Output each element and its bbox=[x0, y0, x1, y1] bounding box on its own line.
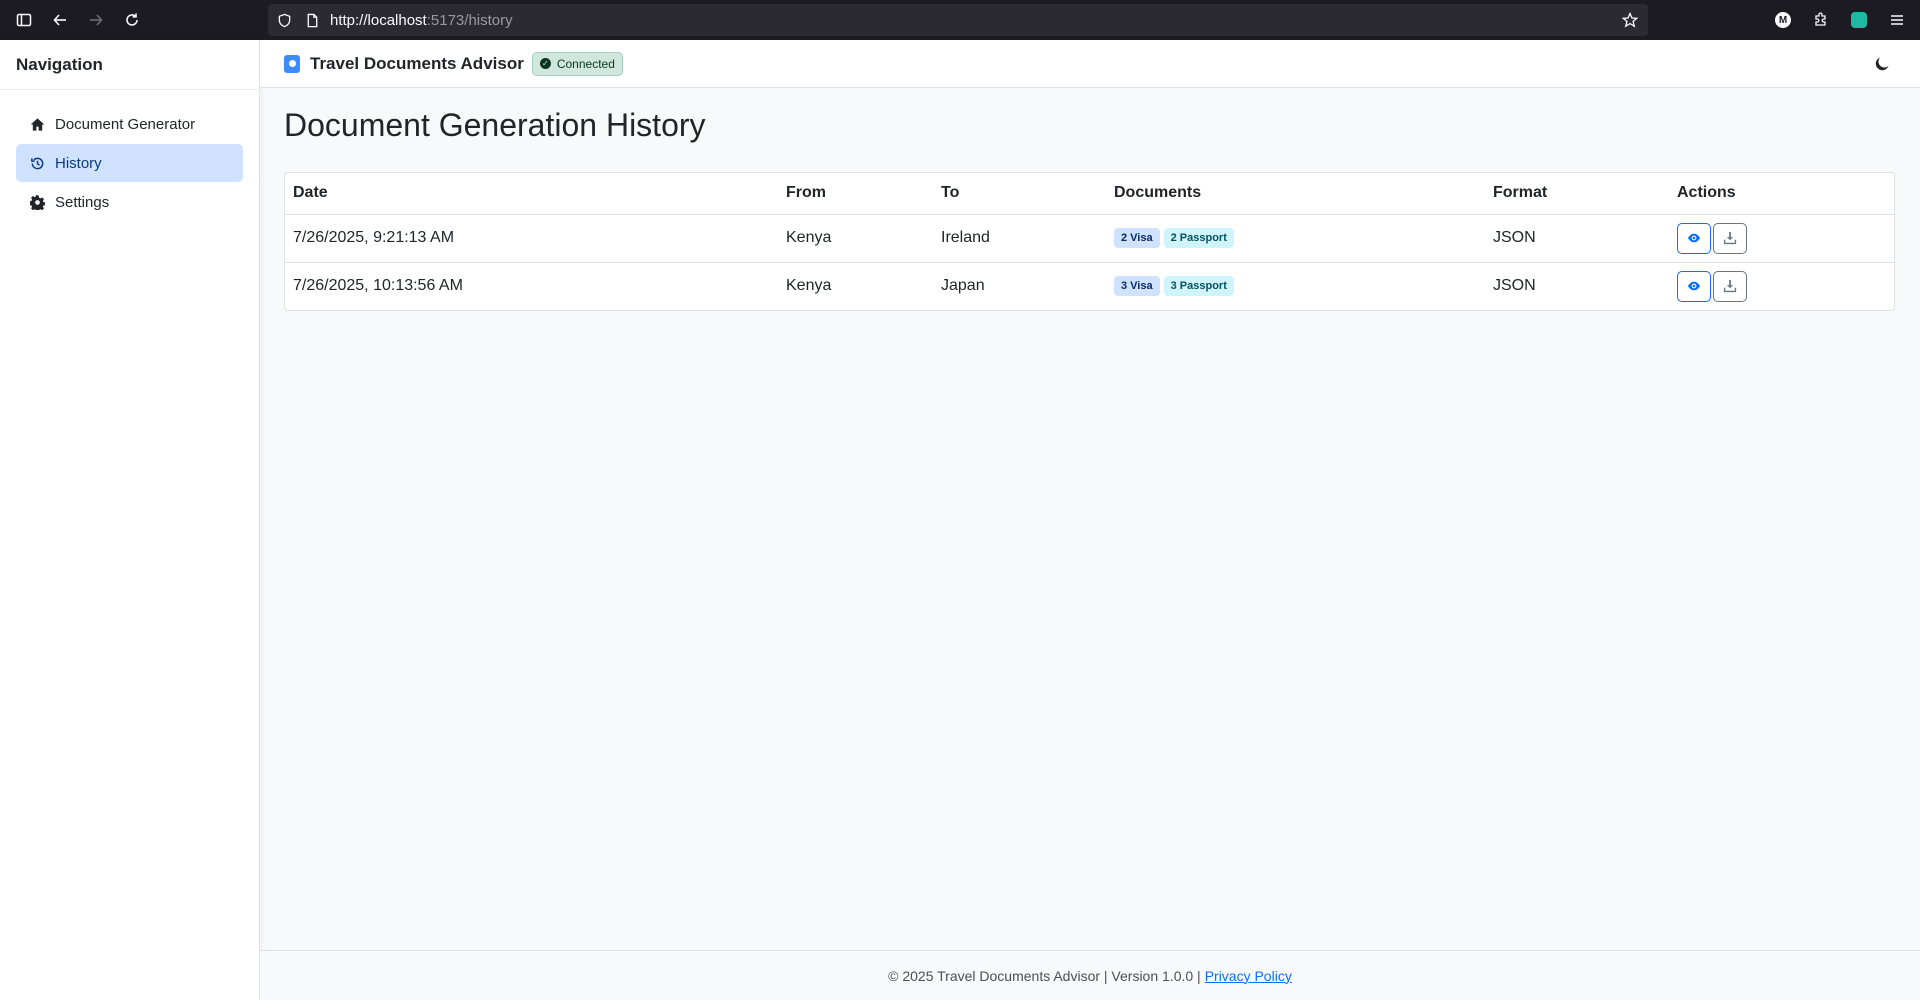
sidebar-item-label: Document Generator bbox=[55, 115, 196, 133]
sidebar-title: Navigation bbox=[0, 40, 259, 90]
column-header-from: From bbox=[778, 173, 933, 215]
page-icon bbox=[304, 12, 320, 28]
browser-toolbar: http://localhost:5173/history M bbox=[0, 0, 1920, 40]
green-extension-icon[interactable] bbox=[1840, 0, 1878, 40]
cell-format: JSON bbox=[1485, 214, 1669, 263]
visa-badge: 3 Visa bbox=[1114, 276, 1160, 297]
cell-to: Ireland bbox=[933, 214, 1106, 263]
column-header-to: To bbox=[933, 173, 1106, 215]
cell-actions bbox=[1669, 262, 1894, 310]
sidebar-item-settings[interactable]: Settings bbox=[16, 183, 243, 221]
app-header: Travel Documents Advisor ✓ Connected bbox=[260, 40, 1920, 88]
bookmark-star-icon[interactable] bbox=[1621, 11, 1639, 28]
download-button[interactable] bbox=[1713, 270, 1747, 302]
eye-icon bbox=[1687, 233, 1701, 243]
footer-text: © 2025 Travel Documents Advisor | Versio… bbox=[888, 967, 1201, 984]
back-icon[interactable] bbox=[42, 2, 78, 38]
page-title: Document Generation History bbox=[284, 107, 706, 143]
status-badge: ✓ Connected bbox=[531, 51, 623, 76]
sidebar-toggle-icon[interactable] bbox=[6, 2, 42, 38]
history-icon bbox=[29, 155, 45, 171]
download-icon bbox=[1723, 231, 1737, 245]
view-button[interactable] bbox=[1677, 270, 1711, 302]
table-header-row: Date From To Documents Format Actions bbox=[285, 173, 1894, 215]
column-header-actions: Actions bbox=[1669, 173, 1894, 215]
eye-icon bbox=[1687, 281, 1701, 291]
status-label: Connected bbox=[556, 56, 615, 71]
shield-icon[interactable] bbox=[276, 12, 292, 28]
cell-format: JSON bbox=[1493, 277, 1536, 295]
history-table: Date From To Documents Format Actions 7/… bbox=[285, 173, 1894, 310]
sidebar-item-label: History bbox=[55, 154, 102, 172]
column-header-date: Date bbox=[285, 173, 778, 215]
main-content: Document Generation History Date From To… bbox=[260, 88, 1920, 950]
gear-icon bbox=[29, 194, 45, 210]
app-title: Travel Documents Advisor bbox=[310, 53, 524, 73]
url-text: http://localhost:5173/history bbox=[330, 11, 513, 29]
table-row: 7/26/2025, 9:21:13 AM Kenya Ireland 2 Vi… bbox=[285, 214, 1894, 263]
sidebar: Navigation Document Generator History Se… bbox=[0, 40, 260, 1000]
cell-from: Kenya bbox=[778, 214, 933, 263]
passport-badge: 3 Passport bbox=[1163, 276, 1234, 297]
view-button[interactable] bbox=[1677, 222, 1711, 254]
history-table-card: Date From To Documents Format Actions 7/… bbox=[284, 172, 1895, 311]
moon-icon[interactable] bbox=[1872, 54, 1892, 74]
address-bar[interactable]: http://localhost:5173/history bbox=[268, 4, 1648, 36]
sidebar-item-history[interactable]: History bbox=[16, 144, 243, 182]
cell-date: 7/26/2025, 9:21:13 AM bbox=[285, 214, 778, 263]
menu-hamburger-icon[interactable] bbox=[1878, 0, 1916, 40]
cell-documents: 2 Visa 2 Passport bbox=[1106, 214, 1485, 263]
footer: © 2025 Travel Documents Advisor | Versio… bbox=[260, 950, 1920, 1000]
sidebar-nav: Document Generator History Settings bbox=[0, 90, 259, 237]
column-header-format: Format bbox=[1485, 173, 1669, 215]
reload-icon[interactable] bbox=[114, 2, 150, 38]
download-icon bbox=[1723, 280, 1737, 293]
cell-to: Japan bbox=[941, 277, 985, 295]
extensions-puzzle-icon[interactable] bbox=[1802, 0, 1840, 40]
account-extension-icon[interactable]: M bbox=[1764, 0, 1802, 40]
cell-date: 7/26/2025, 10:13:56 AM bbox=[293, 277, 463, 295]
sidebar-item-label: Settings bbox=[55, 193, 110, 211]
column-header-documents: Documents bbox=[1106, 173, 1485, 215]
cell-actions bbox=[1669, 214, 1894, 263]
sidebar-item-document-generator[interactable]: Document Generator bbox=[16, 105, 243, 143]
passport-icon bbox=[284, 54, 300, 73]
table-row: 7/26/2025, 10:13:56 AM Kenya Japan 3 Vis… bbox=[285, 262, 1894, 310]
visa-badge: 2 Visa bbox=[1114, 228, 1160, 248]
cell-from: Kenya bbox=[786, 277, 832, 295]
home-icon bbox=[29, 116, 45, 132]
download-button[interactable] bbox=[1713, 222, 1747, 254]
passport-badge: 2 Passport bbox=[1163, 228, 1234, 248]
privacy-policy-link[interactable]: Privacy Policy bbox=[1205, 968, 1292, 984]
cell-documents: 3 Visa 3 Passport bbox=[1106, 262, 1485, 310]
forward-icon[interactable] bbox=[78, 2, 114, 38]
check-circle-icon: ✓ bbox=[539, 58, 551, 69]
